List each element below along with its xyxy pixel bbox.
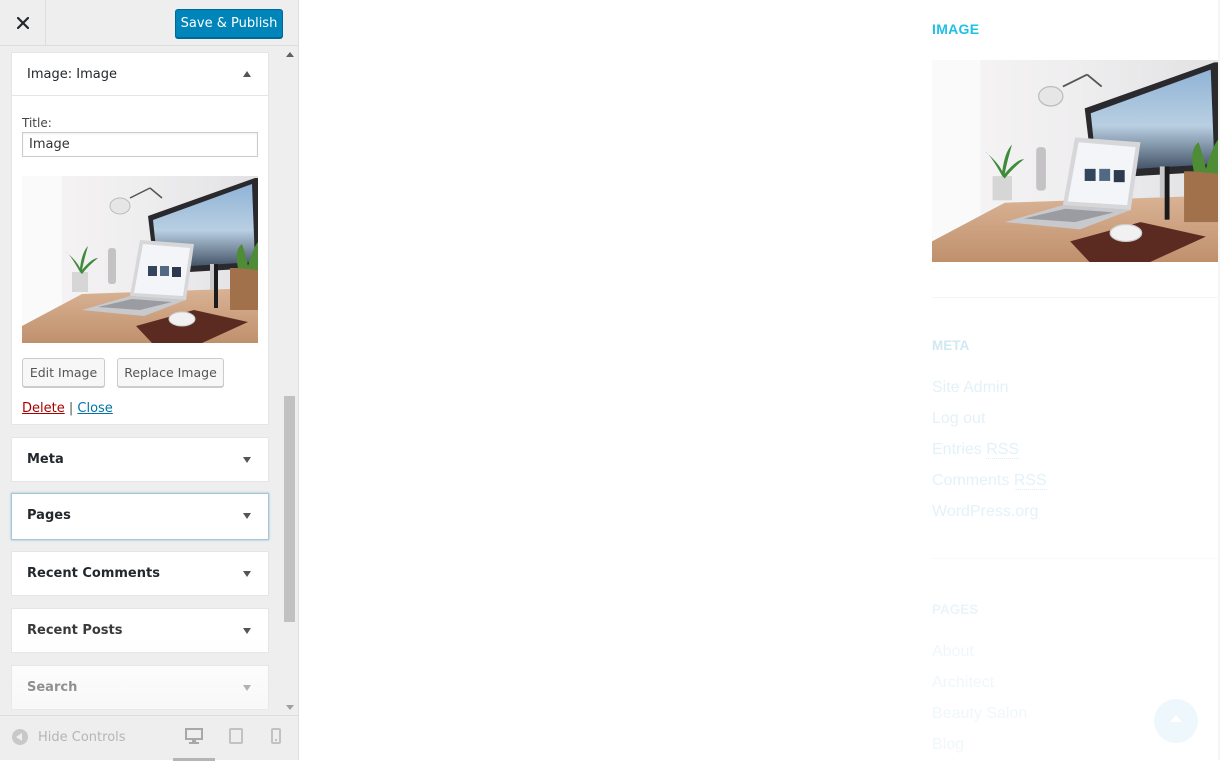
page-link-beauty-salon[interactable]: Beauty Salon xyxy=(932,705,1027,723)
recent-comments-widget-header[interactable]: Recent Comments xyxy=(12,552,268,595)
widget-divider xyxy=(932,297,1218,298)
image-widget-preview[interactable] xyxy=(932,60,1218,262)
mobile-preview-button[interactable] xyxy=(271,728,281,748)
widget-type-label: Image: xyxy=(27,67,73,82)
rss-abbr: RSS xyxy=(986,441,1020,459)
widget-title: Pages xyxy=(27,508,71,523)
separator: | xyxy=(68,401,74,416)
image-preview xyxy=(22,176,258,343)
customizer-sidebar: Save & Publish Image: Image Title: Image… xyxy=(0,0,299,761)
pages-widget[interactable]: Pages xyxy=(11,493,269,540)
scrollbar-thumb[interactable] xyxy=(284,396,295,622)
page-link-about[interactable]: About xyxy=(932,643,974,661)
widgets-panel[interactable]: Image: Image Title: Image Edit Image Rep… xyxy=(0,47,298,715)
sidebar-scrollbar[interactable] xyxy=(282,47,297,715)
title-input[interactable] xyxy=(22,132,258,157)
widget-title-suffix: Image xyxy=(76,67,117,82)
tablet-icon xyxy=(229,728,243,744)
widget-actions: Delete | Close xyxy=(22,401,113,416)
search-widget-header[interactable]: Search xyxy=(12,666,268,709)
page-link-architect[interactable]: Architect xyxy=(932,674,994,692)
customizer-footer: Hide Controls xyxy=(0,715,298,761)
scroll-up-arrow-icon[interactable] xyxy=(286,52,294,57)
expand-arrow-icon[interactable] xyxy=(243,513,251,519)
site-admin-link[interactable]: Site Admin xyxy=(932,379,1008,397)
hide-controls-label: Hide Controls xyxy=(38,729,126,745)
image-widget: Image: Image Title: Image Edit Image Rep… xyxy=(11,52,269,425)
widget-divider xyxy=(932,558,1218,559)
desktop-icon xyxy=(185,728,203,744)
expand-arrow-icon[interactable] xyxy=(243,571,251,577)
entries-rss-link[interactable]: Entries RSS xyxy=(932,441,1020,459)
close-link[interactable]: Close xyxy=(77,401,112,416)
wordpress-org-link[interactable]: WordPress.org xyxy=(932,503,1038,521)
recent-posts-widget[interactable]: Recent Posts xyxy=(11,608,269,653)
pages-widget-heading: PAGES xyxy=(932,602,979,617)
edit-image-button[interactable]: Edit Image xyxy=(22,358,105,387)
comments-rss-link[interactable]: Comments RSS xyxy=(932,472,1047,490)
replace-image-button[interactable]: Replace Image xyxy=(117,358,224,387)
meta-widget-header[interactable]: Meta xyxy=(12,438,268,481)
mobile-icon xyxy=(271,728,281,744)
recent-comments-widget[interactable]: Recent Comments xyxy=(11,551,269,596)
back-to-top-button[interactable] xyxy=(1154,699,1198,743)
rss-abbr: RSS xyxy=(1013,472,1047,490)
widget-title: Meta xyxy=(27,452,64,467)
recent-posts-widget-header[interactable]: Recent Posts xyxy=(12,609,268,652)
entries-label: Entries xyxy=(932,441,982,458)
pages-widget-header[interactable]: Pages xyxy=(12,494,268,537)
image-widget-header[interactable]: Image: Image xyxy=(12,53,268,96)
site-preview[interactable]: IMAGE META Site Admin Log out Entries RS… xyxy=(299,0,1220,760)
meta-widget-heading: META xyxy=(932,338,970,353)
desk-photo-image xyxy=(22,176,258,343)
title-field-label: Title: xyxy=(22,116,52,130)
widget-title: Search xyxy=(27,680,78,695)
comments-label: Comments xyxy=(932,472,1010,489)
hide-controls-button[interactable]: Hide Controls xyxy=(12,729,126,745)
widget-title: Recent Posts xyxy=(27,623,123,638)
close-icon xyxy=(16,17,29,29)
scroll-down-arrow-icon[interactable] xyxy=(286,705,294,710)
desk-photo-image xyxy=(932,60,1218,262)
save-publish-button[interactable]: Save & Publish xyxy=(175,9,283,38)
tablet-preview-button[interactable] xyxy=(229,728,243,748)
close-customizer-button[interactable] xyxy=(0,0,46,46)
widget-title: Recent Comments xyxy=(27,566,160,581)
image-widget-heading: IMAGE xyxy=(932,21,980,37)
log-out-link[interactable]: Log out xyxy=(932,410,985,428)
collapse-sidebar-icon xyxy=(12,729,28,745)
page-link-blog[interactable]: Blog xyxy=(932,736,964,754)
expand-arrow-icon[interactable] xyxy=(243,628,251,634)
meta-widget[interactable]: Meta xyxy=(11,437,269,482)
expand-arrow-icon[interactable] xyxy=(243,685,251,691)
desktop-preview-button[interactable] xyxy=(185,728,203,748)
search-widget[interactable]: Search xyxy=(11,665,269,710)
expand-arrow-icon[interactable] xyxy=(243,457,251,463)
delete-link[interactable]: Delete xyxy=(22,401,65,416)
collapse-arrow-icon[interactable] xyxy=(243,71,251,77)
customizer-header: Save & Publish xyxy=(0,0,298,46)
